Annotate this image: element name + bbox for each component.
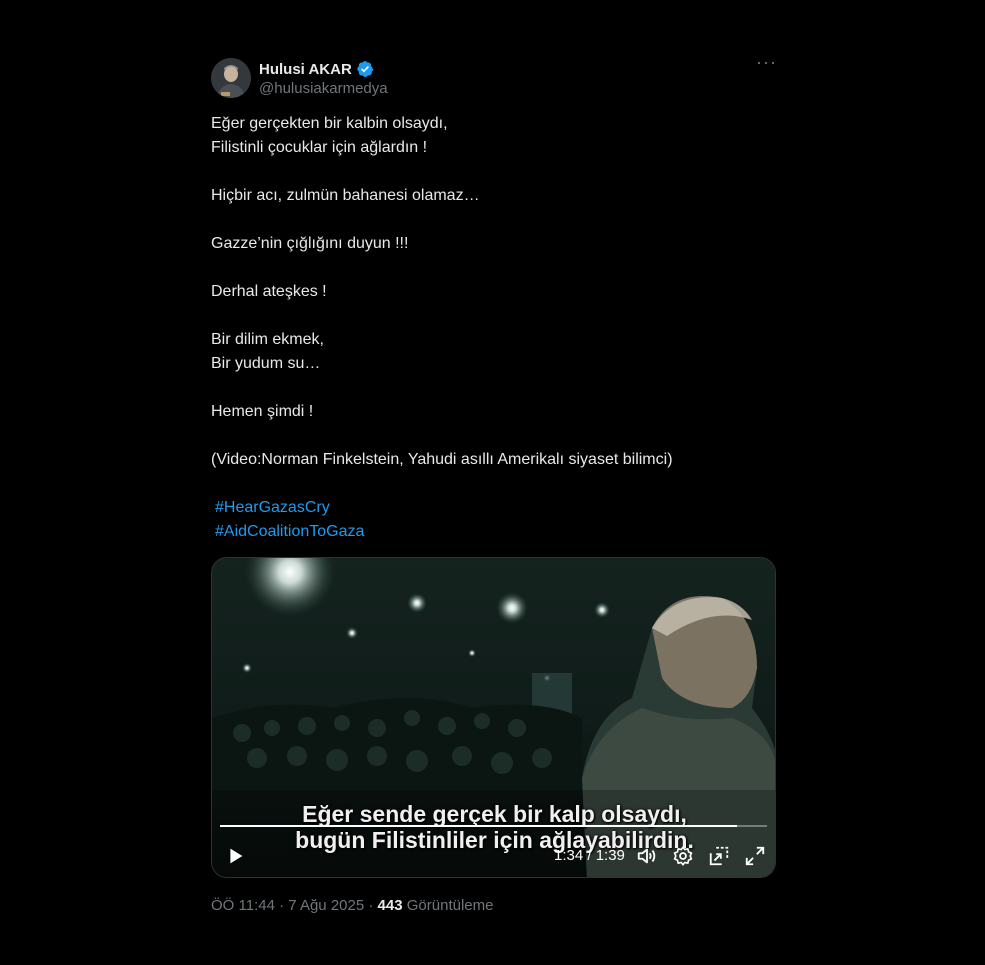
tweet-line: Hiçbir acı, zulmün bahanesi olamaz… xyxy=(211,187,480,204)
hashtag-link[interactable]: #AidCoalitionToGaza xyxy=(211,520,776,544)
tweet-line: Bir yudum su… xyxy=(211,355,321,372)
video-subtitle: Eğer sende gerçek bir kalp olsaydı, xyxy=(302,801,687,827)
tweet-header: Hulusi AKAR @hulusiakarmedya ··· xyxy=(211,53,776,100)
author-handle[interactable]: @hulusiakarmedya xyxy=(259,80,388,97)
video-player[interactable]: Eğer sende gerçek bir kalp olsaydı, bugü… xyxy=(211,557,776,878)
dock-icon[interactable] xyxy=(708,845,730,867)
tweet-line: Filistinli çocuklar için ağlardın ! xyxy=(211,139,428,156)
tweet-line: Bir dilim ekmek, xyxy=(211,331,324,348)
meta-separator: · xyxy=(279,897,285,914)
avatar[interactable] xyxy=(211,58,251,98)
fullscreen-icon[interactable] xyxy=(744,845,766,867)
tweet-line: (Video:Norman Finkelstein, Yahudi asıllı… xyxy=(211,451,673,468)
views-label[interactable]: Görüntüleme xyxy=(407,897,494,914)
tweet-line: Derhal ateşkes ! xyxy=(211,283,327,300)
tweet-meta: ÖÖ 11:44 · 7 Ağu 2025 · 443 Görüntüleme xyxy=(211,897,493,914)
views-count[interactable]: 443 xyxy=(378,897,403,914)
tweet-line: Hemen şimdi ! xyxy=(211,403,314,420)
volume-icon[interactable] xyxy=(636,845,658,867)
video-controls: 1:34 / 1:39 xyxy=(212,835,775,877)
author-names: Hulusi AKAR @hulusiakarmedya xyxy=(259,59,388,98)
display-name-text[interactable]: Hulusi AKAR xyxy=(259,61,352,78)
play-icon[interactable] xyxy=(224,845,246,867)
tweet-date[interactable]: 7 Ağu 2025 xyxy=(288,897,364,914)
tweet-line: Eğer gerçekten bir kalbin olsaydı, xyxy=(211,115,448,132)
verified-badge-icon xyxy=(356,60,374,78)
tweet-text: Eğer gerçekten bir kalbin olsaydı, Filis… xyxy=(211,112,776,544)
settings-icon[interactable] xyxy=(672,845,694,867)
tweet: Hulusi AKAR @hulusiakarmedya ··· Eğer ge… xyxy=(211,53,776,914)
tweet-line: Gazze’nin çığlığını duyun !!! xyxy=(211,235,409,252)
more-options-icon[interactable]: ··· xyxy=(756,53,776,76)
hashtag-link[interactable]: #HearGazasCry xyxy=(211,496,776,520)
video-time: 1:34 / 1:39 xyxy=(554,847,625,864)
meta-separator: · xyxy=(368,897,374,914)
display-name[interactable]: Hulusi AKAR xyxy=(259,59,388,79)
tweet-time[interactable]: ÖÖ 11:44 xyxy=(211,897,275,914)
